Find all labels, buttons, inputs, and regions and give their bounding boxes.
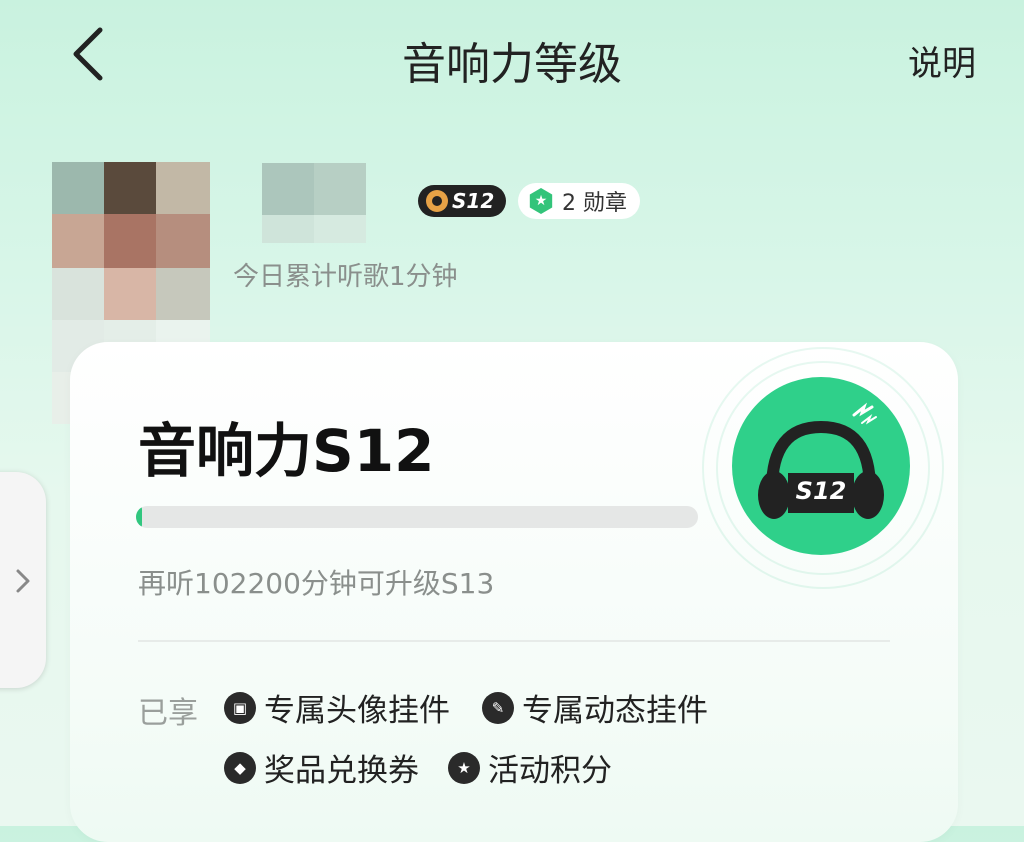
level-progress-bar [136, 506, 698, 528]
side-expand-tab[interactable] [0, 472, 46, 688]
level-icon-label: S12 [795, 477, 847, 505]
divider [138, 640, 890, 642]
today-listening-text: 今日累计听歌1分钟 [233, 262, 458, 292]
headphones-icon [758, 402, 884, 519]
help-button[interactable]: 说明 [908, 36, 976, 85]
level-title: 音响力S12 [138, 417, 435, 485]
medal-badge[interactable]: ★ 2 勋章 [518, 183, 640, 219]
level-badge-label: S12 [452, 189, 495, 213]
star-icon: ★ [448, 751, 480, 784]
level-icon[interactable]: S12 [732, 377, 910, 555]
perk-activity-points[interactable]: ★ 活动积分 [448, 745, 612, 790]
medal-count: 2 勋章 [562, 191, 627, 216]
next-level-text: 再听102200分钟可升级S13 [138, 567, 495, 600]
perk-avatar-pendant[interactable]: ▣ 专属头像挂件 [224, 685, 450, 730]
medal-icon: ★ [529, 188, 553, 214]
perk-label: 奖品兑换券 [264, 753, 419, 789]
perks-label: 已享 [138, 696, 198, 731]
perk-label: 专属头像挂件 [264, 693, 450, 729]
perk-dynamic-pendant[interactable]: ✎ 专属动态挂件 [482, 685, 708, 730]
page-title: 音响力等级 [402, 39, 622, 90]
level-badge[interactable]: S12 [418, 185, 506, 217]
chevron-right-icon [16, 569, 30, 593]
perk-label: 活动积分 [488, 753, 612, 789]
coupon-icon: ◆ [224, 751, 256, 784]
top-bar: 音响力等级 说明 [0, 0, 1024, 110]
coin-icon [426, 190, 448, 212]
avatar-pendant-icon: ▣ [224, 691, 256, 724]
username-blurred [262, 163, 366, 243]
perk-coupon[interactable]: ◆ 奖品兑换券 [224, 745, 419, 790]
level-progress-fill [136, 506, 142, 528]
perk-label: 专属动态挂件 [522, 693, 708, 729]
dynamic-pendant-icon: ✎ [482, 691, 514, 724]
